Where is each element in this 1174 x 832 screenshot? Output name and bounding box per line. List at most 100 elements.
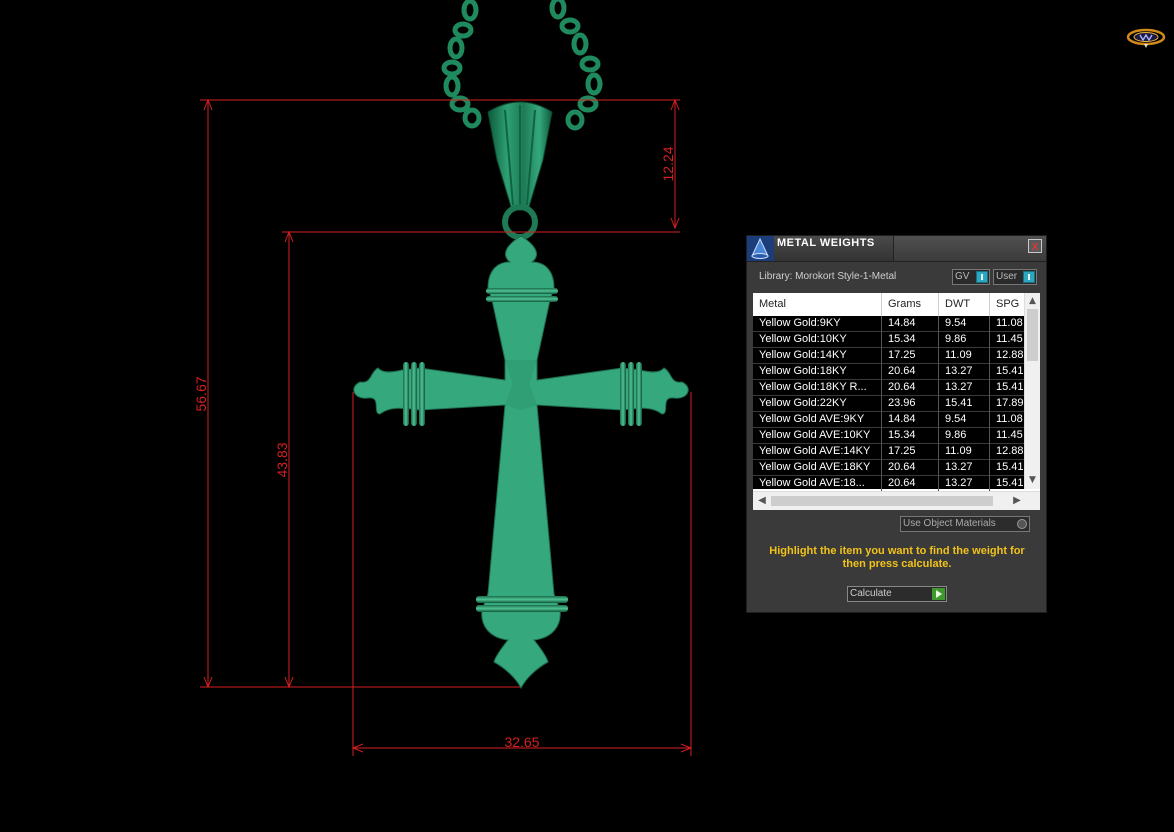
dimension-bail-height: 12.24 <box>660 146 676 181</box>
grams-cell: 15.34 <box>882 332 939 348</box>
metal-cell: Yellow Gold:14KY <box>753 348 882 364</box>
table-body: Yellow Gold:9KY 14.84 9.54 11.08 Yellow Gol… <box>753 316 1024 492</box>
use-object-materials-toggle[interactable]: Use Object Materials <box>900 516 1030 532</box>
close-button[interactable]: x <box>1028 239 1042 253</box>
spg-cell: 15.41 <box>996 365 1024 377</box>
app-logo-icon[interactable] <box>1126 27 1166 49</box>
toggle-switch-icon <box>1023 271 1035 283</box>
table-header: Metal Grams DWT SPG <box>753 293 1024 316</box>
spg-cell: 12.88 <box>996 445 1024 457</box>
metal-cell: Yellow Gold AVE:9KY <box>753 412 882 428</box>
cross-band-left <box>403 362 425 426</box>
table-row[interactable]: Yellow Gold AVE:9KY 14.84 9.54 11.08 <box>753 412 1024 428</box>
dwt-cell: 13.27 <box>939 460 990 476</box>
metal-cell: Yellow Gold AVE:14KY <box>753 444 882 460</box>
gv-toggle-label: GV <box>955 271 970 282</box>
column-header-dwt[interactable]: DWT <box>939 293 990 316</box>
chevron-down-icon[interactable]: ▼ <box>1025 473 1040 487</box>
dwt-cell: 15.41 <box>939 396 990 412</box>
toggle-switch-icon <box>976 271 988 283</box>
metal-cell: Yellow Gold AVE:18... <box>753 476 882 492</box>
panel-titlebar[interactable]: METAL WEIGHTS x <box>747 236 1046 262</box>
calculate-label: Calculate <box>850 588 892 599</box>
dwt-cell: 13.27 <box>939 364 990 380</box>
spg-cell: 11.45 <box>996 429 1023 441</box>
column-header-metal[interactable]: Metal <box>753 293 882 316</box>
grams-cell: 17.25 <box>882 444 939 460</box>
metal-weights-panel: METAL WEIGHTS x Library: Morokort Style-… <box>746 235 1047 613</box>
metal-cell: Yellow Gold:22KY <box>753 396 882 412</box>
dwt-cell: 13.27 <box>939 476 990 492</box>
metal-cell: Yellow Gold AVE:18KY <box>753 460 882 476</box>
grams-cell: 23.96 <box>882 396 939 412</box>
grams-cell: 14.84 <box>882 412 939 428</box>
dimension-lines <box>200 98 693 756</box>
metal-cell: Yellow Gold:18KY <box>753 364 882 380</box>
spg-cell: 11.45 <box>996 333 1023 345</box>
spg-cell: 17.89 <box>996 397 1024 409</box>
pendant-bail <box>487 101 553 240</box>
column-header-grams[interactable]: Grams <box>882 293 939 316</box>
calculate-button[interactable]: Calculate <box>847 586 947 602</box>
table-row[interactable]: Yellow Gold AVE:10KY 15.34 9.86 11.45 <box>753 428 1024 444</box>
grams-cell: 20.64 <box>882 460 939 476</box>
dwt-cell: 11.09 <box>939 348 990 364</box>
scrollbar-thumb[interactable] <box>1027 309 1038 361</box>
column-header-spg[interactable]: SPG <box>990 293 1024 316</box>
instruction-text: Highlight the item you want to find the … <box>769 545 1025 570</box>
spg-cell: 15.41 <box>996 461 1024 473</box>
metal-cell: Yellow Gold:18KY R... <box>753 380 882 396</box>
grams-cell: 20.64 <box>882 364 939 380</box>
table-row[interactable]: Yellow Gold:22KY 23.96 15.41 17.89 <box>753 396 1024 412</box>
user-toggle[interactable]: User <box>993 269 1037 285</box>
chevron-right-icon[interactable]: ▶ <box>1010 494 1024 508</box>
dwt-cell: 9.86 <box>939 332 990 348</box>
table-row[interactable]: Yellow Gold:18KY 20.64 13.27 15.41 <box>753 364 1024 380</box>
spg-cell: 11.08 <box>996 413 1023 425</box>
dwt-cell: 11.09 <box>939 444 990 460</box>
radio-icon <box>1017 519 1027 529</box>
grams-cell: 20.64 <box>882 476 939 492</box>
dwt-cell: 9.54 <box>939 412 990 428</box>
grams-cell: 15.34 <box>882 428 939 444</box>
table-row[interactable]: Yellow Gold:18KY R... 20.64 13.27 15.41 <box>753 380 1024 396</box>
dimension-body-height: 43.83 <box>274 442 290 477</box>
spg-cell: 12.88 <box>996 349 1024 361</box>
table-row[interactable]: Yellow Gold:9KY 14.84 9.54 11.08 <box>753 316 1024 332</box>
chevron-up-icon[interactable]: ▲ <box>1025 294 1040 308</box>
scrollbar-thumb[interactable] <box>771 496 993 506</box>
play-icon <box>932 588 945 600</box>
table-row[interactable]: Yellow Gold AVE:14KY 17.25 11.09 12.88 <box>753 444 1024 460</box>
dimension-total-height: 56.67 <box>193 376 209 411</box>
table-row[interactable]: Yellow Gold:14KY 17.25 11.09 12.88 <box>753 348 1024 364</box>
close-icon: x <box>1031 239 1039 253</box>
grams-cell: 14.84 <box>882 316 939 332</box>
user-toggle-label: User <box>996 271 1018 282</box>
dwt-cell: 13.27 <box>939 380 990 396</box>
cross-pendant <box>353 235 689 690</box>
horizontal-scrollbar[interactable]: ◀ ▶ <box>753 491 1040 510</box>
spg-cell: 15.41 <box>996 381 1024 393</box>
grams-cell: 17.25 <box>882 348 939 364</box>
dimension-width: 32.65 <box>504 734 539 750</box>
metal-cell: Yellow Gold:9KY <box>753 316 882 332</box>
panel-title: METAL WEIGHTS <box>777 237 875 249</box>
use-object-materials-label: Use Object Materials <box>903 518 996 529</box>
cross-band-right <box>620 362 642 426</box>
gv-toggle[interactable]: GV <box>952 269 990 285</box>
dwt-cell: 9.54 <box>939 316 990 332</box>
vertical-scrollbar[interactable]: ▲ ▼ <box>1024 293 1040 489</box>
spg-cell: 11.08 <box>996 317 1023 329</box>
metal-cell: Yellow Gold:10KY <box>753 332 882 348</box>
spg-cell: 15.41 <box>996 477 1024 489</box>
table-row[interactable]: Yellow Gold:10KY 15.34 9.86 11.45 <box>753 332 1024 348</box>
library-label: Library: Morokort Style-1-Metal <box>759 271 897 282</box>
metal-table: Metal Grams DWT SPG Yellow Gold:9KY 14.84… <box>753 293 1040 510</box>
cone-icon <box>747 236 774 261</box>
table-row[interactable]: Yellow Gold AVE:18... 20.64 13.27 15.41 <box>753 476 1024 492</box>
table-row[interactable]: Yellow Gold AVE:18KY 20.64 13.27 15.41 <box>753 460 1024 476</box>
chevron-left-icon[interactable]: ◀ <box>755 494 769 508</box>
grams-cell: 20.64 <box>882 380 939 396</box>
dwt-cell: 9.86 <box>939 428 990 444</box>
title-bar-fill <box>894 236 1046 261</box>
